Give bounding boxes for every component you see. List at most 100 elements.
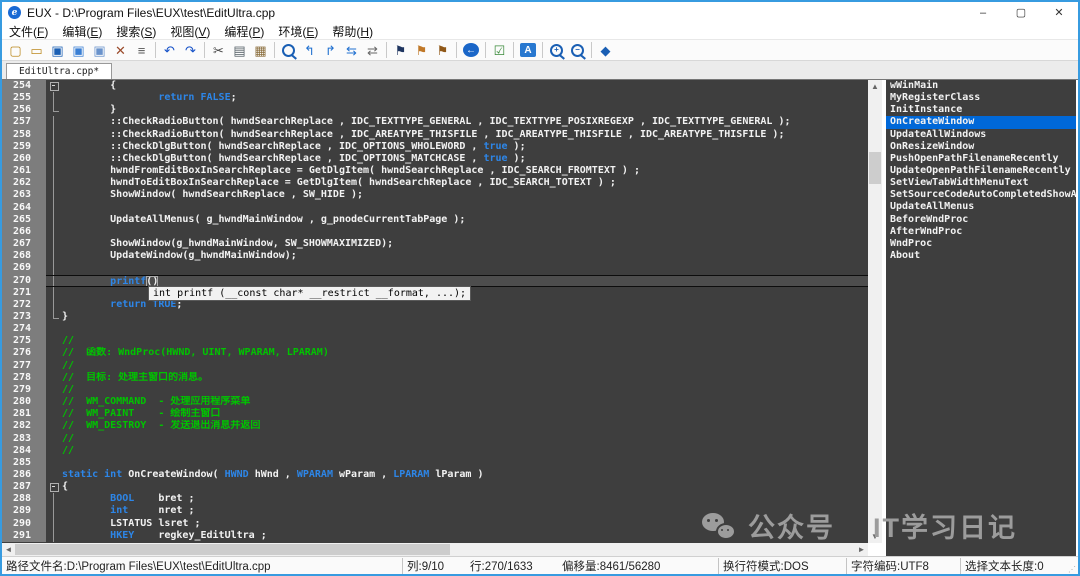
code-line[interactable]: 288 BOOL bret ;: [2, 493, 868, 505]
code-text[interactable]: ShowWindow(g_hwndMainWindow, SW_SHOWMAXI…: [62, 238, 868, 250]
function-list-item[interactable]: wWinMain: [886, 80, 1076, 92]
line-number[interactable]: 275: [2, 335, 46, 347]
prev-bookmark-icon[interactable]: ⚑: [411, 41, 432, 59]
code-line[interactable]: 264: [2, 202, 868, 214]
line-number[interactable]: 276: [2, 347, 46, 359]
code-text[interactable]: //: [62, 433, 868, 445]
checklist-icon[interactable]: ☑: [489, 41, 510, 59]
zoom-in-icon[interactable]: [546, 41, 567, 59]
code-text[interactable]: ::CheckDlgButton( hwndSearchReplace , ID…: [62, 153, 868, 165]
code-text[interactable]: [62, 202, 868, 214]
code-text[interactable]: // 目标: 处理主窗口的消息。: [62, 372, 868, 384]
line-number[interactable]: 278: [2, 372, 46, 384]
close-file-icon[interactable]: ✕: [110, 41, 131, 59]
code-line[interactable]: 285: [2, 457, 868, 469]
back-icon[interactable]: ←: [463, 43, 479, 57]
fold-margin[interactable]: [46, 165, 62, 177]
code-text[interactable]: hwndToEditBoxInSearchReplace = GetDlgIte…: [62, 177, 868, 189]
code-line[interactable]: 254 {: [2, 80, 868, 92]
function-list-item[interactable]: AfterWndProc: [886, 226, 1076, 238]
fold-margin[interactable]: [46, 420, 62, 432]
fold-margin[interactable]: [46, 469, 62, 481]
fold-margin[interactable]: [46, 396, 62, 408]
fold-margin[interactable]: [46, 372, 62, 384]
minimize-button[interactable]: –: [964, 2, 1002, 23]
code-line[interactable]: 283//: [2, 433, 868, 445]
code-line[interactable]: 258 ::CheckRadioButton( hwndSearchReplac…: [2, 129, 868, 141]
line-number[interactable]: 264: [2, 202, 46, 214]
fold-margin[interactable]: [46, 299, 62, 311]
fold-margin[interactable]: [46, 347, 62, 359]
code-line[interactable]: 284//: [2, 445, 868, 457]
fold-margin[interactable]: [46, 202, 62, 214]
fold-margin[interactable]: [46, 177, 62, 189]
replace-icon[interactable]: ⇆: [341, 41, 362, 59]
replace-in-files-icon[interactable]: ⇄: [362, 41, 383, 59]
undo-icon[interactable]: ↶: [159, 41, 180, 59]
code-line[interactable]: 279//: [2, 384, 868, 396]
tab-editultra-cpp[interactable]: EditUltra.cpp*: [6, 63, 112, 79]
code-line[interactable]: 265 UpdateAllMenus( g_hwndMainWindow , g…: [2, 214, 868, 226]
line-number[interactable]: 262: [2, 177, 46, 189]
cut-icon[interactable]: ✂: [208, 41, 229, 59]
line-number[interactable]: 281: [2, 408, 46, 420]
code-line[interactable]: 282// WM_DESTROY - 发送退出消息并返回: [2, 420, 868, 432]
fold-margin[interactable]: [46, 518, 62, 530]
code-text[interactable]: {: [62, 481, 868, 493]
fold-margin[interactable]: [46, 262, 62, 274]
code-line[interactable]: 277//: [2, 360, 868, 372]
line-number[interactable]: 257: [2, 116, 46, 128]
code-line[interactable]: 270 printf(): [2, 275, 868, 287]
code-line[interactable]: 259 ::CheckDlgButton( hwndSearchReplace …: [2, 141, 868, 153]
fold-margin[interactable]: [46, 129, 62, 141]
function-list-item[interactable]: OnCreateWindow: [886, 116, 1076, 128]
line-number[interactable]: 255: [2, 92, 46, 104]
redo-icon[interactable]: ↷: [180, 41, 201, 59]
code-text[interactable]: }: [62, 311, 868, 323]
fold-margin[interactable]: [46, 189, 62, 201]
code-line[interactable]: 286static int OnCreateWindow( HWND hWnd …: [2, 469, 868, 481]
line-number[interactable]: 266: [2, 226, 46, 238]
fold-margin[interactable]: [46, 457, 62, 469]
code-text[interactable]: //: [62, 335, 868, 347]
line-number[interactable]: 268: [2, 250, 46, 262]
about-icon[interactable]: ◆: [595, 41, 616, 59]
code-text[interactable]: UpdateWindow(g_hwndMainWindow);: [62, 250, 868, 262]
menu-e[interactable]: 编辑(E): [55, 23, 109, 40]
line-number[interactable]: 274: [2, 323, 46, 335]
code-text[interactable]: return FALSE;: [62, 92, 868, 104]
fold-margin[interactable]: [46, 360, 62, 372]
function-list-item[interactable]: WndProc: [886, 238, 1076, 250]
menu-v[interactable]: 视图(V): [163, 23, 217, 40]
line-number[interactable]: 259: [2, 141, 46, 153]
code-editor[interactable]: 254 {255 return FALSE;256 }257 ::CheckRa…: [2, 80, 868, 543]
line-number[interactable]: 272: [2, 299, 46, 311]
code-line[interactable]: 261 hwndFromEditBoxInSearchReplace = Get…: [2, 165, 868, 177]
fold-margin[interactable]: [46, 505, 62, 517]
code-line[interactable]: 260 ::CheckDlgButton( hwndSearchReplace …: [2, 153, 868, 165]
fold-margin[interactable]: [46, 433, 62, 445]
line-number[interactable]: 280: [2, 396, 46, 408]
new-file-icon[interactable]: ▢: [5, 41, 26, 59]
code-text[interactable]: [62, 262, 868, 274]
code-text[interactable]: //: [62, 360, 868, 372]
code-text[interactable]: // 函数: WndProc(HWND, UINT, WPARAM, LPARA…: [62, 347, 868, 359]
code-line[interactable]: 276 // 函数: WndProc(HWND, UINT, WPARAM, LP…: [2, 347, 868, 359]
code-text[interactable]: hwndFromEditBoxInSearchReplace = GetDlgI…: [62, 165, 868, 177]
line-number[interactable]: 267: [2, 238, 46, 250]
fold-margin[interactable]: [46, 445, 62, 457]
line-number[interactable]: 258: [2, 129, 46, 141]
line-number[interactable]: 285: [2, 457, 46, 469]
find-in-file-icon[interactable]: [278, 41, 299, 59]
function-list-item[interactable]: InitInstance: [886, 104, 1076, 116]
code-line[interactable]: 275 //: [2, 335, 868, 347]
code-text[interactable]: static int OnCreateWindow( HWND hWnd , W…: [62, 469, 868, 481]
open-file-icon[interactable]: ▭: [26, 41, 47, 59]
function-list-item[interactable]: About: [886, 250, 1076, 262]
fold-margin[interactable]: [46, 275, 62, 287]
function-list-item[interactable]: BeforeWndProc: [886, 214, 1076, 226]
horizontal-scroll-thumb[interactable]: [15, 544, 450, 555]
line-number[interactable]: 282: [2, 420, 46, 432]
maximize-button[interactable]: ▢: [1002, 2, 1040, 23]
line-number[interactable]: 287: [2, 481, 46, 493]
